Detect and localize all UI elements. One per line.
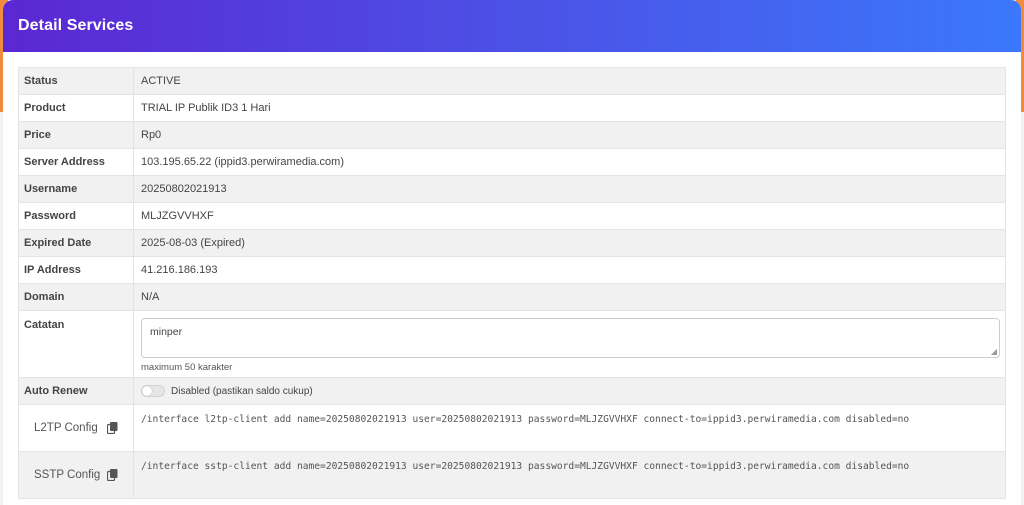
row-domain: Domain N/A bbox=[18, 283, 1006, 311]
price-label: Price bbox=[18, 121, 134, 149]
l2tp-config-value: /interface l2tp-client add name=20250802… bbox=[133, 404, 1006, 452]
row-auto-renew: Auto Renew Disabled (pastikan saldo cuku… bbox=[18, 377, 1006, 405]
expired-date-value: 2025-08-03 (Expired) bbox=[133, 229, 1006, 257]
row-price: Price Rp0 bbox=[18, 121, 1006, 149]
copy-icon[interactable] bbox=[106, 469, 118, 482]
row-product: Product TRIAL IP Publik ID3 1 Hari bbox=[18, 94, 1006, 122]
catatan-cell: minper ◢ maximum 50 karakter bbox=[133, 310, 1006, 378]
price-value: Rp0 bbox=[133, 121, 1006, 149]
l2tp-command: /interface l2tp-client add name=20250802… bbox=[141, 414, 910, 425]
password-value: MLJZGVVHXF bbox=[133, 202, 1006, 230]
row-status: Status ACTIVE bbox=[18, 67, 1006, 95]
l2tp-config-label: L2TP Config bbox=[34, 422, 98, 434]
username-label: Username bbox=[18, 175, 134, 203]
auto-renew-toggle[interactable] bbox=[141, 385, 165, 397]
product-label: Product bbox=[18, 94, 134, 122]
domain-value: N/A bbox=[133, 283, 1006, 311]
username-value: 20250802021913 bbox=[133, 175, 1006, 203]
row-l2tp-config: L2TP Config /interface l2tp-client add n… bbox=[18, 404, 1006, 452]
copy-icon[interactable] bbox=[106, 422, 118, 435]
l2tp-label-cell: L2TP Config bbox=[18, 404, 134, 452]
auto-renew-label: Auto Renew bbox=[18, 377, 134, 405]
service-details-table: Status ACTIVE Product TRIAL IP Publik ID… bbox=[18, 67, 1006, 499]
status-label: Status bbox=[18, 67, 134, 95]
row-server-address: Server Address 103.195.65.22 (ippid3.per… bbox=[18, 148, 1006, 176]
row-catatan: Catatan minper ◢ maximum 50 karakter bbox=[18, 310, 1006, 378]
resize-handle-icon[interactable]: ◢ bbox=[991, 348, 997, 356]
server-address-label: Server Address bbox=[18, 148, 134, 176]
product-value: TRIAL IP Publik ID3 1 Hari bbox=[133, 94, 1006, 122]
row-ip-address: IP Address 41.216.186.193 bbox=[18, 256, 1006, 284]
row-expired-date: Expired Date 2025-08-03 (Expired) bbox=[18, 229, 1006, 257]
page-title: Detail Services bbox=[18, 17, 134, 34]
catatan-textarea[interactable]: minper ◢ bbox=[141, 318, 1000, 358]
ip-address-value: 41.216.186.193 bbox=[133, 256, 1006, 284]
catatan-label: Catatan bbox=[18, 310, 134, 378]
sstp-command: /interface sstp-client add name=20250802… bbox=[141, 461, 910, 472]
auto-renew-control: Disabled (pastikan saldo cukup) bbox=[141, 385, 1000, 397]
status-badge: ACTIVE bbox=[133, 67, 1006, 95]
row-password: Password MLJZGVVHXF bbox=[18, 202, 1006, 230]
password-label: Password bbox=[18, 202, 134, 230]
sstp-label-cell: SSTP Config bbox=[18, 451, 134, 499]
auto-renew-status: Disabled (pastikan saldo cukup) bbox=[171, 385, 313, 397]
server-address-value: 103.195.65.22 (ippid3.perwiramedia.com) bbox=[133, 148, 1006, 176]
catatan-hint: maximum 50 karakter bbox=[141, 362, 233, 373]
toggle-knob bbox=[142, 386, 152, 396]
row-sstp-config: SSTP Config /interface sstp-client add n… bbox=[18, 451, 1006, 499]
expired-date-label: Expired Date bbox=[18, 229, 134, 257]
sstp-config-value: /interface sstp-client add name=20250802… bbox=[133, 451, 1006, 499]
card-header: Detail Services bbox=[3, 0, 1021, 52]
sstp-config-label: SSTP Config bbox=[34, 469, 101, 481]
auto-renew-cell: Disabled (pastikan saldo cukup) bbox=[133, 377, 1006, 405]
row-username: Username 20250802021913 bbox=[18, 175, 1006, 203]
catatan-text: minper bbox=[150, 326, 183, 338]
detail-services-card: Detail Services Status ACTIVE Product TR… bbox=[3, 0, 1021, 505]
domain-label: Domain bbox=[18, 283, 134, 311]
ip-address-label: IP Address bbox=[18, 256, 134, 284]
